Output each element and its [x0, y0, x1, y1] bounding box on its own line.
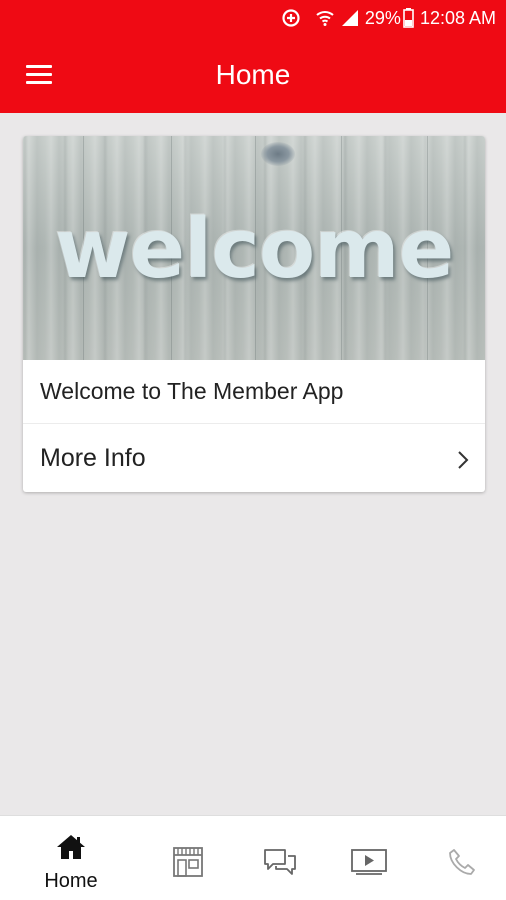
wifi-icon [315, 9, 335, 27]
welcome-image: welcome [23, 136, 485, 360]
welcome-image-text: welcome [54, 202, 454, 297]
signal-icon [341, 9, 359, 27]
phone-icon [447, 847, 477, 882]
chat-icon [263, 848, 297, 881]
nav-item-store[interactable] [168, 816, 208, 900]
nav-item-home[interactable]: Home [36, 816, 106, 900]
store-icon [172, 846, 204, 883]
battery-percent: 29% [364, 7, 401, 28]
video-icon [350, 848, 388, 881]
nav-label-home: Home [44, 870, 98, 892]
nav-item-chat[interactable] [260, 816, 300, 900]
nav-item-video[interactable] [349, 816, 389, 900]
chevron-right-icon [457, 448, 469, 477]
battery-icon [403, 8, 414, 28]
welcome-card: welcome Welcome to The Member App More I… [23, 136, 485, 492]
page-title: Home [215, 59, 291, 90]
nav-item-phone[interactable] [442, 816, 482, 900]
home-icon [55, 833, 87, 866]
app-bar: Home [0, 36, 506, 113]
clock: 12:08 AM [419, 7, 496, 28]
more-info-link[interactable]: More Info [23, 424, 485, 492]
status-bar: 29% 12:08 AM [0, 0, 506, 36]
data-saver-icon [281, 8, 301, 28]
card-caption: Welcome to The Member App [23, 360, 485, 424]
more-info-label: More Info [40, 443, 146, 472]
bottom-navigation: Home [0, 815, 506, 900]
